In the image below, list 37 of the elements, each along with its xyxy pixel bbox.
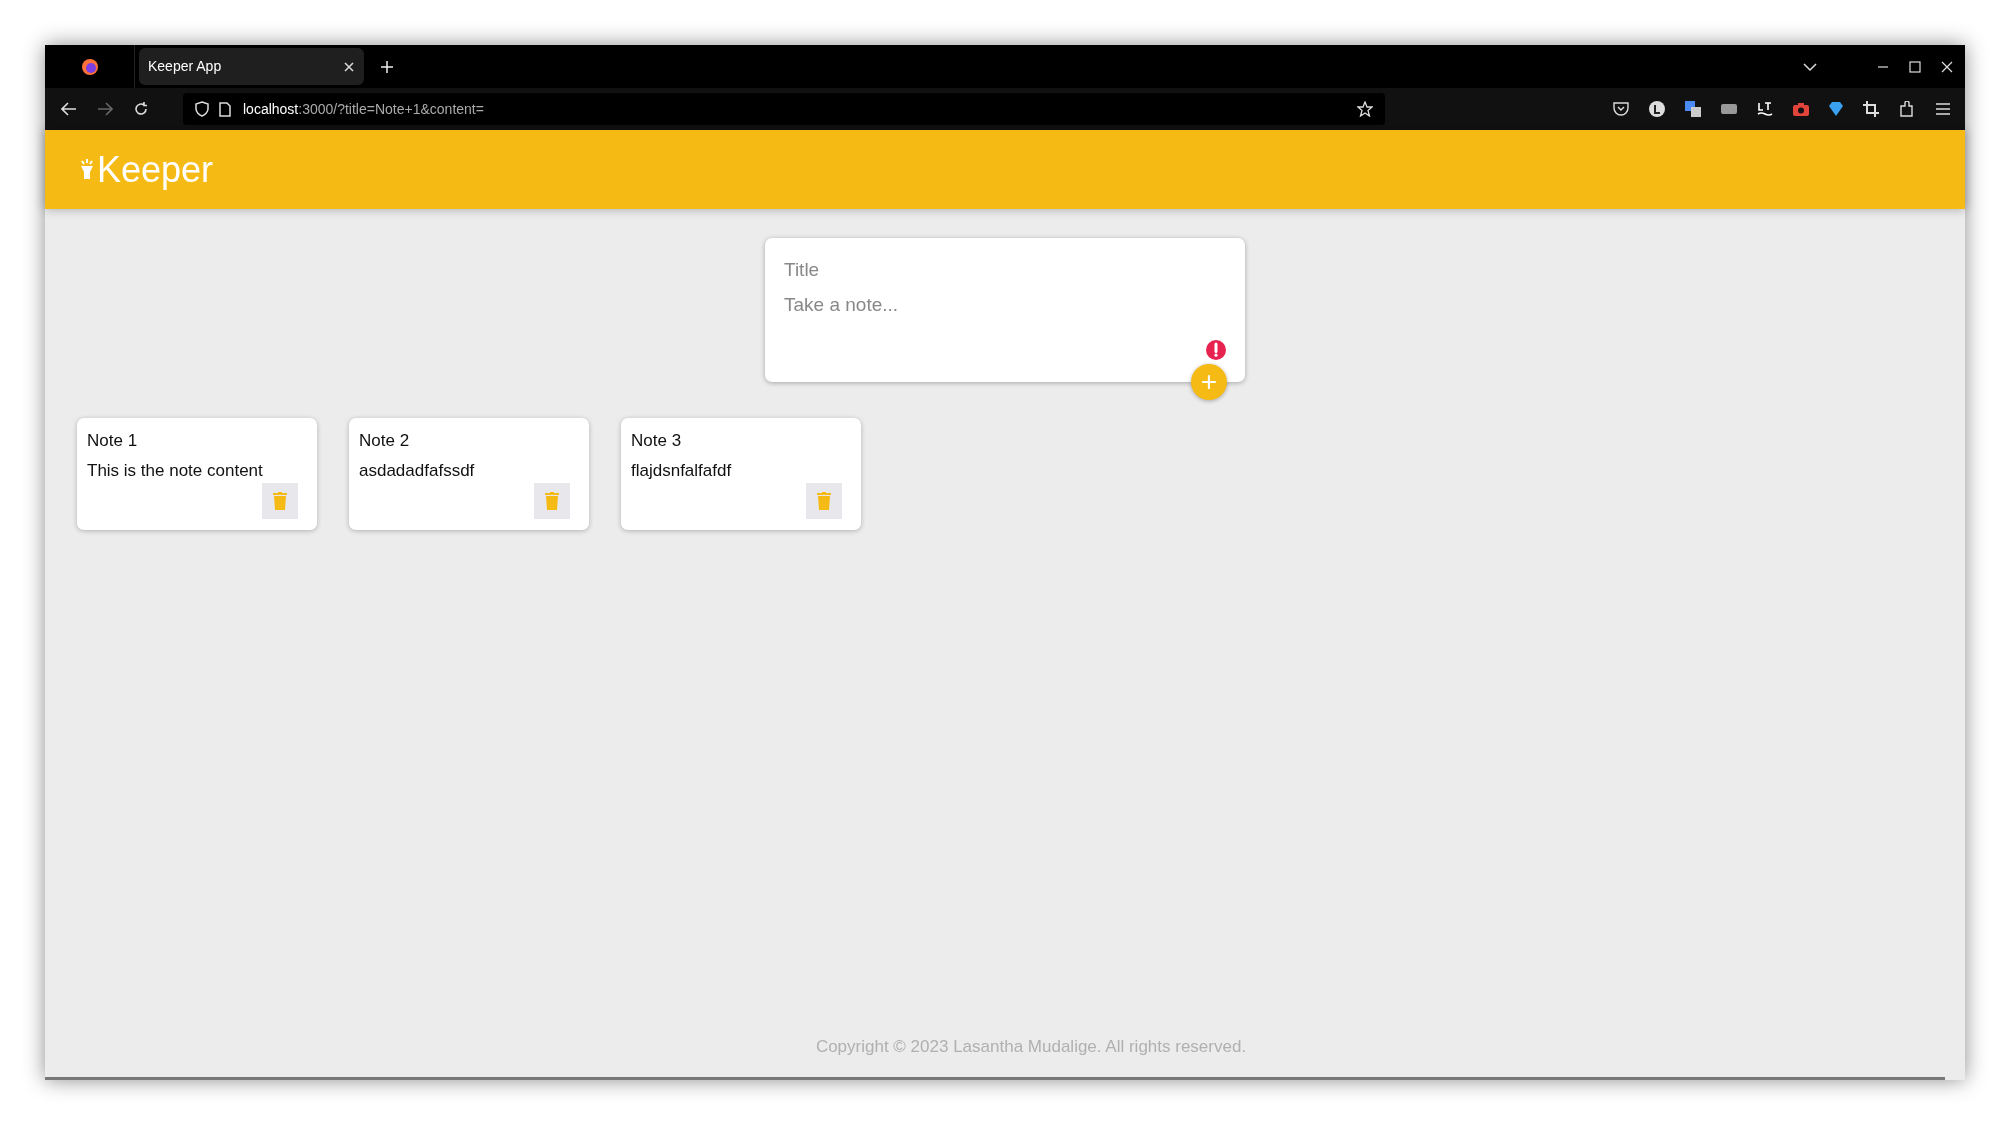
trash-icon xyxy=(545,492,559,510)
browser-logo-icon xyxy=(80,57,99,76)
note-input[interactable]: Take a note... xyxy=(784,290,1226,331)
note-title: Note 1 xyxy=(87,430,138,452)
forward-icon[interactable] xyxy=(97,102,113,116)
wave-text-icon[interactable] xyxy=(1757,101,1773,117)
star-icon[interactable] xyxy=(1357,101,1373,117)
trash-icon xyxy=(273,492,287,510)
close-icon[interactable] xyxy=(343,60,355,73)
note-title: Note 3 xyxy=(631,430,682,452)
crop-icon[interactable] xyxy=(1863,101,1879,117)
page-icon xyxy=(219,101,231,117)
shield-icon xyxy=(195,101,209,117)
letter-circle-icon[interactable] xyxy=(1649,101,1665,117)
browser-tab[interactable]: Keeper App xyxy=(139,48,364,85)
copyright-text: Copyright © 2023 Lasantha Mudalige. All rights reserved. xyxy=(815,1035,1247,1058)
close-icon[interactable] xyxy=(1941,60,1953,73)
puzzle-icon[interactable] xyxy=(1899,101,1915,117)
trash-icon xyxy=(817,492,831,510)
chevron-down-icon[interactable] xyxy=(1803,61,1817,72)
back-icon[interactable] xyxy=(61,102,77,116)
menu-icon[interactable] xyxy=(1935,103,1951,115)
note-title: Note 2 xyxy=(359,430,410,452)
note-content: flajdsnfalfafdf xyxy=(631,459,732,482)
note-content: This is the note content xyxy=(87,459,263,482)
app-logo: Keeper xyxy=(97,147,214,192)
note-content: asdadadfafssdf xyxy=(359,459,475,482)
maximize-icon[interactable] xyxy=(1909,60,1921,73)
gem-icon[interactable] xyxy=(1829,101,1843,117)
pocket-icon[interactable] xyxy=(1613,102,1629,116)
camera-icon[interactable] xyxy=(1793,102,1809,116)
address-bar[interactable]: localhost:3000/?title=Note+1&content= xyxy=(183,93,1385,125)
title-input[interactable]: Title xyxy=(784,256,1226,285)
reload-icon[interactable] xyxy=(133,101,149,117)
new-tab-icon[interactable] xyxy=(380,59,394,74)
lamp-icon xyxy=(79,158,95,181)
url-text: localhost:3000/?title=Note+1&content= xyxy=(243,99,484,119)
